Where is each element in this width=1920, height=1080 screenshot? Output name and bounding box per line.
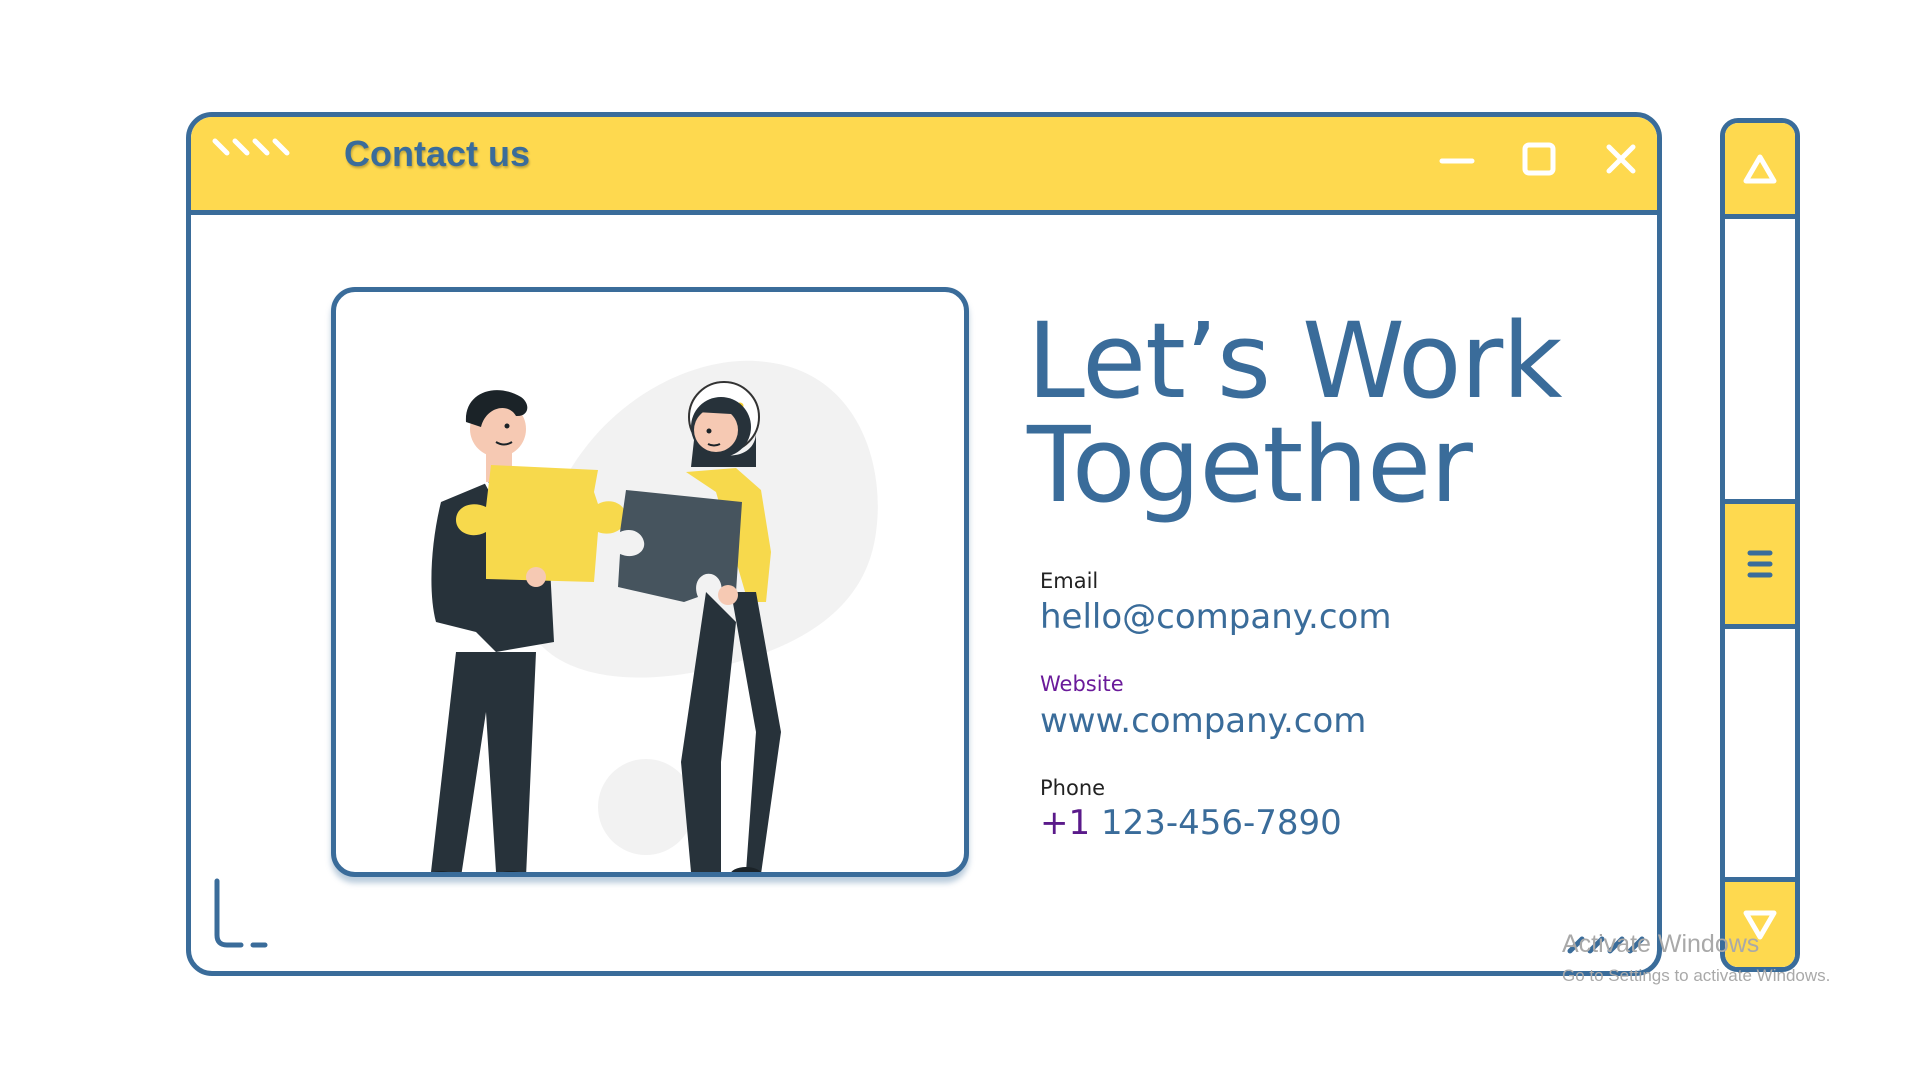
phone-label: Phone (1040, 776, 1106, 800)
triangle-up-icon (1743, 154, 1777, 183)
menu-lines-icon (1747, 550, 1773, 578)
window-title: Contact us (344, 133, 531, 174)
headline-line-1: Let’s Work (1027, 300, 1563, 422)
phone-prefix: +1 (1040, 803, 1091, 843)
website-label: Website (1040, 672, 1124, 696)
email-value[interactable]: hello@company.com (1040, 597, 1391, 637)
scroll-thumb[interactable] (1725, 499, 1795, 629)
close-icon (1606, 144, 1636, 174)
close-button[interactable] (1596, 137, 1646, 181)
illustration-frame (331, 287, 969, 887)
phone-number: 123-456-7890 (1100, 803, 1342, 843)
activate-windows-title: Activate Windows (1562, 930, 1760, 958)
headline: Let’s Work Together (1027, 300, 1563, 526)
teamwork-puzzle-illustration (427, 360, 878, 887)
minimize-icon (1439, 158, 1475, 164)
email-label: Email (1040, 569, 1099, 593)
maximize-button[interactable] (1514, 137, 1564, 181)
scroll-up-button[interactable] (1725, 123, 1795, 219)
activate-windows-subtitle: Go to Settings to activate Windows. (1562, 966, 1831, 985)
maximize-icon (1522, 142, 1556, 176)
title-bar[interactable]: Contact us (191, 117, 1657, 215)
website-value[interactable]: www.company.com (1040, 701, 1366, 741)
scrollbar[interactable] (1720, 118, 1800, 972)
corner-bracket-icon (214, 878, 268, 948)
headline-line-2: Together (1027, 404, 1473, 526)
phone-value[interactable]: +1 123-456-7890 (1040, 803, 1342, 843)
minimize-button[interactable] (1432, 137, 1482, 181)
contact-window: Contact us Let’s Work Together Email hel… (186, 112, 1662, 976)
title-bar-dashes-icon (212, 138, 290, 156)
